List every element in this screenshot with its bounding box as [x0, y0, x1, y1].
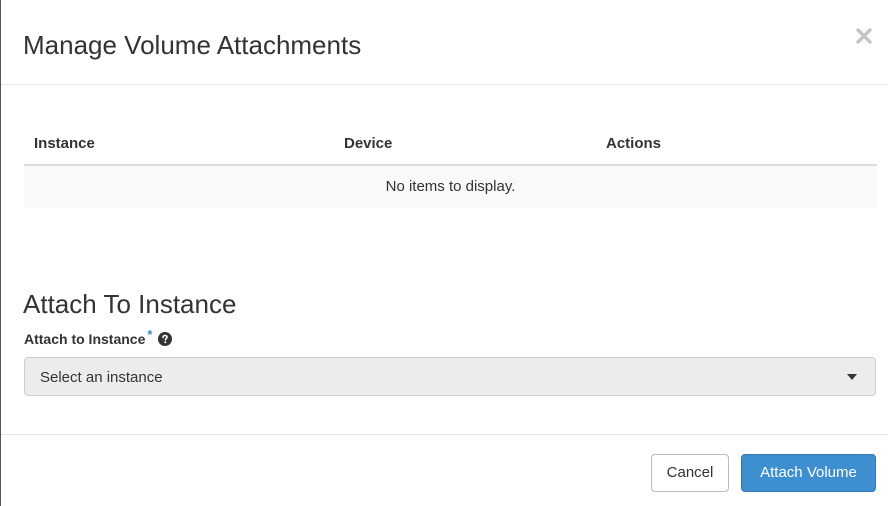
- table-empty-row: No items to display.: [24, 166, 877, 208]
- field-label-text: Attach to Instance: [24, 331, 146, 347]
- attach-volume-button[interactable]: Attach Volume: [741, 454, 876, 492]
- attach-to-instance-label: Attach to Instance *: [24, 327, 173, 347]
- select-value: Select an instance: [40, 369, 163, 386]
- table-header: Instance Device Actions: [24, 124, 877, 166]
- modal-title: Manage Volume Attachments: [23, 30, 362, 60]
- close-icon: [856, 28, 872, 44]
- modal-footer: Cancel Attach Volume: [1, 434, 888, 506]
- modal-header: Manage Volume Attachments: [1, 0, 888, 85]
- caret-down-icon: [847, 374, 857, 380]
- column-header-instance: Instance: [34, 135, 95, 152]
- attach-section-title: Attach To Instance: [23, 289, 237, 319]
- attachments-table: Instance Device Actions No items to disp…: [24, 124, 877, 208]
- cancel-button[interactable]: Cancel: [651, 454, 729, 492]
- question-circle-icon[interactable]: [158, 332, 173, 346]
- close-button[interactable]: [852, 24, 876, 48]
- required-marker: *: [147, 327, 153, 342]
- column-header-actions: Actions: [606, 135, 662, 152]
- column-header-device: Device: [344, 135, 393, 152]
- manage-volume-attachments-modal: Manage Volume Attachments Instance Devic…: [0, 0, 888, 506]
- instance-select[interactable]: Select an instance: [24, 357, 876, 396]
